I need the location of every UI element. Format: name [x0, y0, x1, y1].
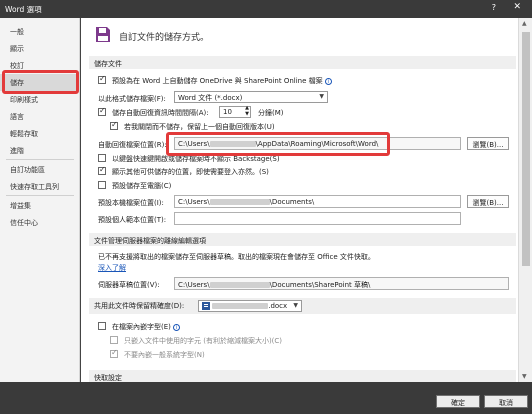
- offline-info-text: 已不再支援將取出的檔案儲存至伺服器草稿。取出的檔案現在會儲存至 Office 文…: [98, 253, 375, 261]
- sidebar-divider: [6, 159, 74, 160]
- minutes-unit-label: 分鐘(M): [258, 109, 284, 117]
- fidelity-label: 共用此文件時保留精確度(D):: [94, 302, 185, 310]
- show-other-locations-label: 顯示其他可供儲存的位置，即使需要登入亦然。(S): [112, 168, 269, 176]
- learn-more-link[interactable]: 深入了解: [98, 263, 126, 273]
- redacted-username: [209, 282, 270, 288]
- sidebar-item-advanced[interactable]: 進階: [0, 142, 80, 159]
- no-common-fonts-checkbox[interactable]: [110, 348, 118, 358]
- spin-down-icon[interactable]: ▼: [245, 111, 249, 117]
- scroll-down-icon[interactable]: ▼: [522, 373, 527, 380]
- redacted-filename: [212, 303, 269, 309]
- scroll-up-icon[interactable]: ▲: [522, 20, 527, 27]
- page-header: 自訂文件的儲存方式。: [119, 33, 210, 43]
- save-format-label: 以此格式儲存檔案(F):: [98, 95, 166, 103]
- show-other-locations-checkbox[interactable]: [98, 165, 106, 175]
- template-path-field[interactable]: [174, 212, 461, 225]
- title-bar: Word 選項 ? ✕: [0, 0, 532, 18]
- server-drafts-label: 伺服器草稿位置(V):: [98, 281, 160, 289]
- close-icon[interactable]: ✕: [513, 2, 521, 12]
- info-icon[interactable]: i: [324, 77, 332, 85]
- sidebar-item-accessibility[interactable]: 輕鬆存取: [0, 125, 80, 142]
- scrollbar-thumb[interactable]: [522, 32, 530, 266]
- autorecover-label: 儲存自動回復資訊時間間隔(A):: [112, 109, 209, 117]
- autorecover-path-label: 自動回復檔案位置(R):: [98, 141, 167, 149]
- keep-last-version-label: 若我關閉而不儲存，保留上一個自動回復版本(U): [124, 123, 275, 131]
- vertical-scrollbar[interactable]: ▲ ▼: [518, 18, 532, 382]
- sidebar-item-addins[interactable]: 增益集: [0, 197, 80, 214]
- ok-button[interactable]: 確定: [436, 395, 480, 408]
- main-panel: 自訂文件的儲存方式。 儲存文件 預設為在 Word 上自動儲存 OneDrive…: [81, 18, 518, 382]
- save-format-select[interactable]: Word 文件 (*.docx) ▼: [174, 91, 328, 103]
- sidebar-divider: [6, 195, 74, 196]
- embed-fonts-checkbox[interactable]: [98, 322, 106, 330]
- fidelity-document-select[interactable]: .docx ▼: [198, 300, 302, 312]
- autorecover-minutes-spinner[interactable]: 10 ▲ ▼: [219, 105, 251, 118]
- sidebar-item-quick-access-toolbar[interactable]: 快速存取工具列: [0, 178, 80, 195]
- window-title: Word 選項: [5, 5, 42, 14]
- save-document-icon: [96, 27, 110, 42]
- no-common-fonts-label: 不要內嵌一般系統字型(N): [124, 351, 205, 359]
- embed-fonts-label: 在檔案內嵌字型(E) i: [112, 322, 180, 332]
- embed-subset-label: 只嵌入文件中使用的字元 (有利於縮減檔案大小)(C): [124, 337, 283, 345]
- info-icon[interactable]: i: [172, 323, 180, 331]
- save-to-computer-label: 預設儲存至電腦(C): [112, 182, 172, 190]
- local-path-label: 預設本機檔案位置(I):: [98, 199, 164, 207]
- sidebar-item-language[interactable]: 語言: [0, 108, 80, 125]
- browse-autorecover-button[interactable]: 瀏覽(B)...: [467, 137, 509, 150]
- keep-last-version-checkbox[interactable]: [110, 120, 118, 130]
- no-backstage-checkbox[interactable]: [98, 154, 106, 162]
- highlight-autorecover-path: [166, 132, 390, 156]
- default-cloud-checkbox[interactable]: [98, 74, 106, 84]
- sidebar-item-display[interactable]: 顯示: [0, 40, 80, 57]
- word-document-icon: [202, 302, 210, 310]
- chevron-down-icon: ▼: [319, 93, 324, 100]
- help-icon[interactable]: ?: [492, 3, 496, 12]
- embed-subset-checkbox[interactable]: [110, 336, 118, 344]
- chevron-down-icon: ▼: [293, 302, 298, 309]
- default-cloud-label: 預設為在 Word 上自動儲存 OneDrive 與 SharePoint On…: [112, 76, 332, 86]
- local-path-field[interactable]: C:\Users\ \Documents\: [174, 195, 461, 208]
- section-save-documents: 儲存文件: [89, 56, 516, 69]
- save-to-computer-checkbox[interactable]: [98, 181, 106, 189]
- dialog-footer: 確定 取消: [0, 382, 532, 414]
- server-drafts-field[interactable]: C:\Users\ \Documents\SharePoint 草稿\: [174, 277, 509, 290]
- sidebar-item-trust-center[interactable]: 信任中心: [0, 214, 80, 231]
- section-cache-settings: 快取設定: [89, 370, 516, 382]
- sidebar-item-general[interactable]: 一般: [0, 23, 80, 40]
- autorecover-checkbox[interactable]: [98, 106, 106, 116]
- section-offline-editing: 文件管理伺服器檔案的離線編輯選項: [89, 233, 516, 246]
- redacted-username: [209, 199, 270, 205]
- sidebar-item-customize-ribbon[interactable]: 自訂功能區: [0, 161, 80, 178]
- cancel-button[interactable]: 取消: [484, 395, 528, 408]
- browse-local-button[interactable]: 瀏覽(B)...: [467, 195, 509, 208]
- section-fidelity: 共用此文件時保留精確度(D):: [89, 298, 516, 314]
- template-path-label: 預設個人範本位置(T):: [98, 216, 167, 224]
- highlight-save-nav: [2, 70, 79, 94]
